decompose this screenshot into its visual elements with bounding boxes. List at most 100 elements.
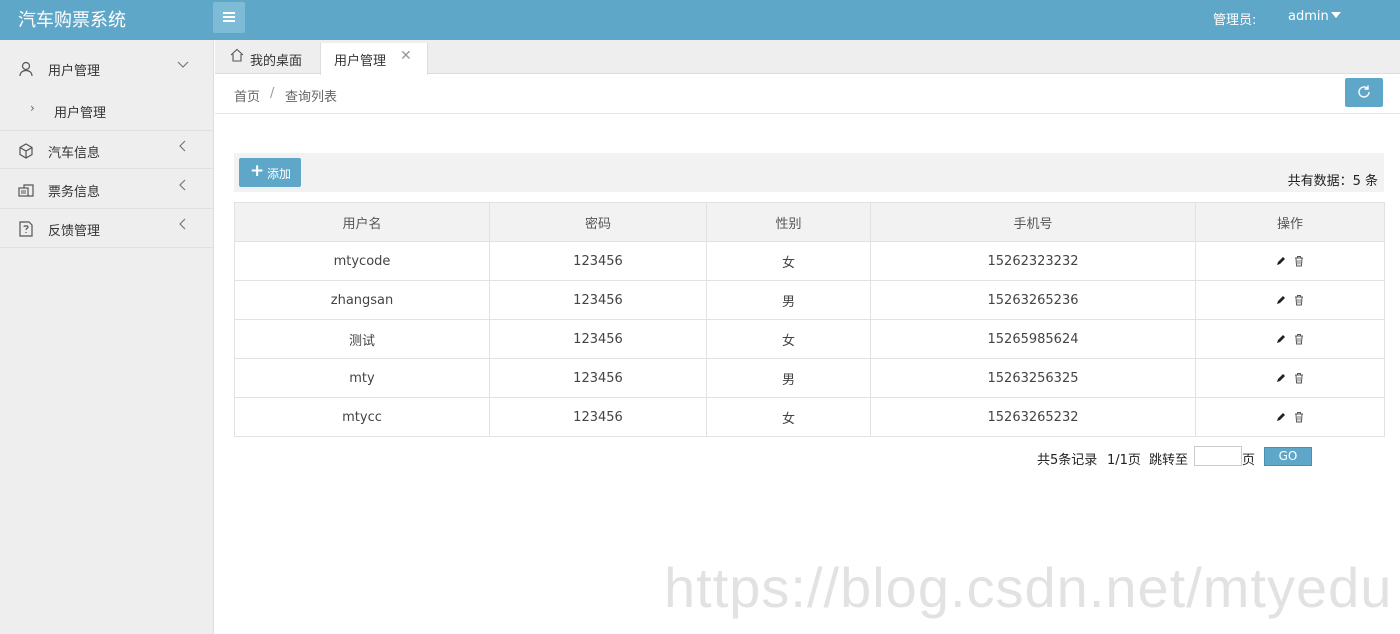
trash-icon[interactable] xyxy=(1293,333,1305,345)
table-row: mtycc 123456 女 15263265232 xyxy=(234,397,1385,437)
cell-username: zhangsan xyxy=(234,280,490,320)
top-bar: 汽车购票系统 管理员: admin xyxy=(0,0,1400,40)
sidebar-item-label: 汽车信息 xyxy=(48,146,101,161)
cell-gender: 男 xyxy=(706,358,871,398)
total-count: 共有数据：5 条 xyxy=(1287,174,1378,189)
sidebar-item-car-info[interactable]: 汽车信息 xyxy=(0,130,213,169)
cell-password: 123456 xyxy=(489,319,707,359)
cell-password: 123456 xyxy=(489,241,707,281)
cell-phone: 15262323232 xyxy=(870,241,1196,281)
sidebar-item-label: 反馈管理 xyxy=(48,224,101,239)
breadcrumb-bar: 首页 / 查询列表 xyxy=(215,75,1400,114)
cell-actions xyxy=(1195,397,1385,437)
go-button[interactable]: GO xyxy=(1264,447,1312,466)
admin-menu[interactable]: admin xyxy=(1288,9,1329,24)
pager-page-suffix: 页 xyxy=(1242,453,1256,468)
breadcrumb-separator: / xyxy=(270,86,275,101)
column-header-password: 密码 xyxy=(489,202,707,242)
tab-label: 我的桌面 xyxy=(250,54,303,69)
column-header-gender: 性别 xyxy=(706,202,871,242)
sidebar-item-label: 用户管理 xyxy=(48,64,101,79)
cell-phone: 15263256325 xyxy=(870,358,1196,398)
table-header-row: 用户名 密码 性别 手机号 操作 xyxy=(234,202,1385,242)
tab-user-management[interactable]: 用户管理 ✕ xyxy=(320,43,428,75)
cell-phone: 15263265232 xyxy=(870,397,1196,437)
sidebar-subitem-label: 用户管理 xyxy=(54,106,107,121)
trash-icon[interactable] xyxy=(1293,411,1305,423)
edit-icon[interactable] xyxy=(1275,411,1287,423)
edit-icon[interactable] xyxy=(1275,372,1287,384)
home-icon xyxy=(230,48,244,62)
cell-actions xyxy=(1195,358,1385,398)
page-jump-input[interactable] xyxy=(1194,446,1242,466)
chevron-left-icon xyxy=(179,140,186,152)
add-button[interactable]: + 添加 xyxy=(239,158,301,187)
cell-username: mty xyxy=(234,358,490,398)
cell-gender: 女 xyxy=(706,319,871,359)
trash-icon[interactable] xyxy=(1293,372,1305,384)
plus-icon: + xyxy=(250,161,265,181)
tab-label: 用户管理 xyxy=(334,54,387,69)
sidebar-item-user-management[interactable]: 用户管理 xyxy=(0,49,213,88)
cell-username: mtycc xyxy=(234,397,490,437)
table-row: mtycode 123456 女 15262323232 xyxy=(234,241,1385,281)
watermark: https://blog.csdn.net/mtyedu xyxy=(664,556,1393,619)
column-header-actions: 操作 xyxy=(1195,202,1385,242)
chevron-left-icon xyxy=(179,179,186,191)
pager-pages: 1/1页 xyxy=(1107,453,1141,468)
sidebar-subitem-user-management[interactable]: › 用户管理 xyxy=(0,92,213,128)
cell-phone: 15263265236 xyxy=(870,280,1196,320)
pager-jump-label: 跳转至 xyxy=(1149,453,1189,468)
cell-actions xyxy=(1195,241,1385,281)
ticket-icon xyxy=(18,184,34,197)
cell-username: 测试 xyxy=(234,319,490,359)
cell-gender: 男 xyxy=(706,280,871,320)
tab-desktop[interactable]: 我的桌面 xyxy=(215,43,320,75)
chevron-down-icon xyxy=(177,61,189,68)
edit-icon[interactable] xyxy=(1275,255,1287,267)
feedback-icon xyxy=(19,221,33,237)
cell-gender: 女 xyxy=(706,397,871,437)
cell-gender: 女 xyxy=(706,241,871,281)
cell-actions xyxy=(1195,319,1385,359)
chevron-left-icon xyxy=(179,218,186,230)
cell-phone: 15265985624 xyxy=(870,319,1196,359)
sidebar-item-ticket-info[interactable]: 票务信息 xyxy=(0,170,213,209)
add-button-label: 添加 xyxy=(267,167,292,181)
refresh-icon xyxy=(1358,85,1370,98)
sidebar-item-label: 票务信息 xyxy=(48,185,101,200)
breadcrumb-home[interactable]: 首页 xyxy=(234,86,260,105)
breadcrumb-current: 查询列表 xyxy=(285,90,338,105)
menu-icon xyxy=(223,12,235,14)
sidebar-item-feedback[interactable]: 反馈管理 xyxy=(0,209,213,248)
cell-password: 123456 xyxy=(489,280,707,320)
caret-down-icon[interactable] xyxy=(1331,12,1341,18)
table-row: zhangsan 123456 男 15263265236 xyxy=(234,280,1385,320)
cell-actions xyxy=(1195,280,1385,320)
table-toolbar: + 添加 共有数据：5 条 xyxy=(234,153,1384,192)
sidebar: 用户管理 › 用户管理 汽车信息 票务信息 反馈管理 xyxy=(0,40,214,634)
admin-label: 管理员: xyxy=(1213,13,1257,28)
refresh-button[interactable] xyxy=(1345,78,1383,107)
tab-bar: 我的桌面 用户管理 ✕ xyxy=(215,40,1400,75)
table-body: mtycode 123456 女 15262323232 zhangsan 123456 男… xyxy=(234,241,1385,437)
table-row: mty 123456 男 15263256325 xyxy=(234,358,1385,398)
cell-password: 123456 xyxy=(489,397,707,437)
close-icon[interactable]: ✕ xyxy=(400,48,412,64)
cell-username: mtycode xyxy=(234,241,490,281)
edit-icon[interactable] xyxy=(1275,333,1287,345)
chevron-right-icon: › xyxy=(30,101,35,115)
cell-password: 123456 xyxy=(489,358,707,398)
column-header-phone: 手机号 xyxy=(870,202,1196,242)
table-row: 测试 123456 女 15265985624 xyxy=(234,319,1385,359)
user-table: 用户名 密码 性别 手机号 操作 mtycode 123456 女 152623232… xyxy=(234,202,1385,437)
pager-records: 共5条记录 xyxy=(1037,453,1098,468)
trash-icon[interactable] xyxy=(1293,294,1305,306)
app-title: 汽车购票系统 xyxy=(18,10,126,31)
column-header-username: 用户名 xyxy=(234,202,490,242)
cube-icon xyxy=(19,143,33,159)
edit-icon[interactable] xyxy=(1275,294,1287,306)
menu-toggle-button[interactable] xyxy=(213,2,245,33)
user-icon xyxy=(19,61,33,77)
trash-icon[interactable] xyxy=(1293,255,1305,267)
